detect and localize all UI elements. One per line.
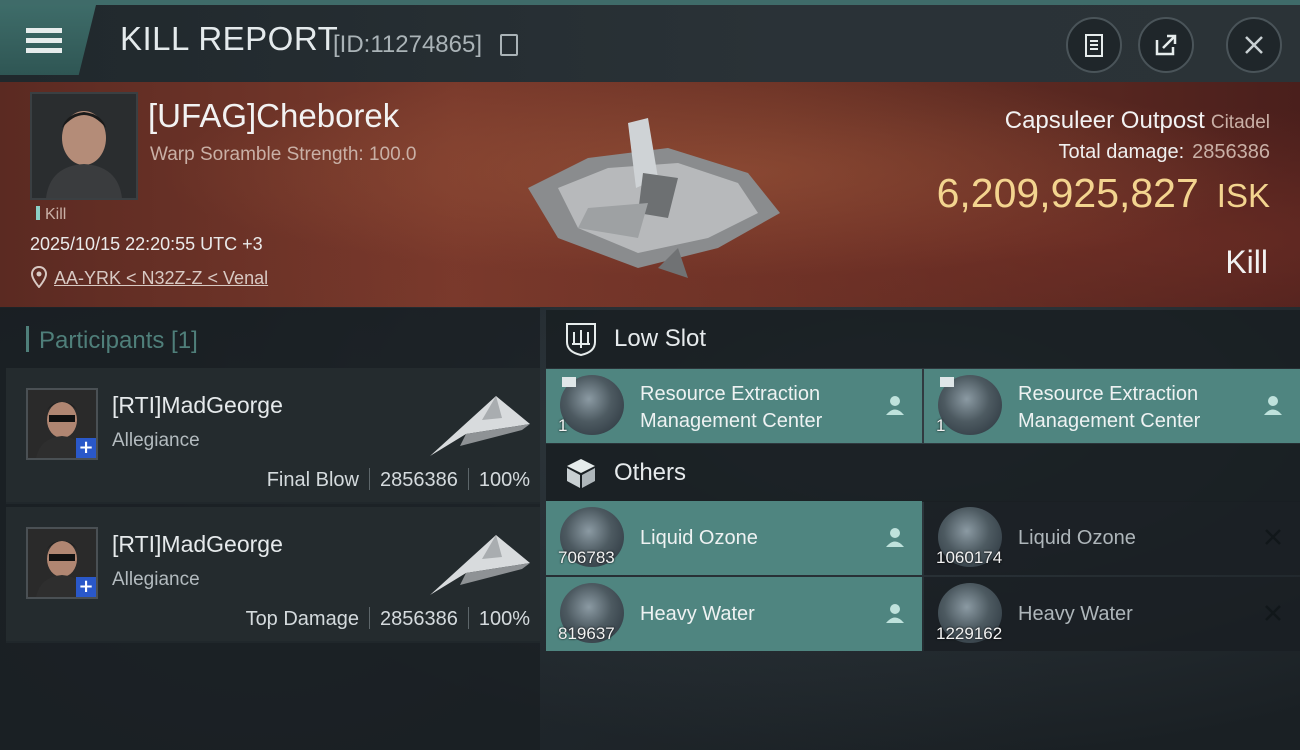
fitted-item[interactable]: 1 Resource Extraction Management Center <box>546 369 922 443</box>
participant-stats: Final Blow 2856386 100% <box>267 468 530 492</box>
close-icon <box>1245 36 1263 54</box>
item-name: Heavy Water <box>1018 603 1133 625</box>
participant-damage: 2856386 <box>379 608 458 630</box>
participant-avatar[interactable]: + <box>26 527 98 599</box>
others-label: Others <box>614 459 687 486</box>
item-name-line1: Resource Extraction <box>1018 383 1199 405</box>
dropped-person-icon <box>1264 396 1282 415</box>
slot-tag-icon <box>562 377 576 387</box>
participant-stats: Top Damage 2856386 100% <box>246 607 530 631</box>
total-damage-line: Total damage: 2856386 <box>1058 141 1270 164</box>
victim-portrait[interactable] <box>30 92 138 200</box>
kill-id: [ID:11274865] <box>333 31 483 58</box>
participant-name[interactable]: [RTI]MadGeorge <box>112 392 283 419</box>
total-damage-value: 2856386 <box>1192 141 1270 163</box>
share-icon <box>1155 34 1177 56</box>
structure-image <box>528 118 780 278</box>
participants-header: Participants [1] <box>26 326 198 355</box>
participant-card[interactable]: + [RTI]MadGeorge Allegiance Top Damage 28… <box>6 507 540 643</box>
cargo-item[interactable]: 706783 Liquid Ozone <box>546 501 922 575</box>
menu-icon <box>26 23 62 58</box>
location-link[interactable]: AA-YRK < N32Z-Z < Venal <box>54 268 268 289</box>
participant-role: Final Blow <box>266 469 359 491</box>
participant-role: Top Damage <box>245 608 359 630</box>
item-quantity: 1229162 <box>936 624 1003 643</box>
kill-datetime: 2025/10/15 22:20:55 UTC +3 <box>30 234 263 254</box>
clipboard-button[interactable] <box>1066 17 1122 73</box>
participant-name[interactable]: [RTI]MadGeorge <box>112 531 283 558</box>
participant-avatar[interactable]: + <box>26 388 98 460</box>
participant-corp: Allegiance <box>112 569 200 590</box>
slot-tag-icon <box>940 377 954 387</box>
dropped-person-icon <box>886 396 904 415</box>
total-damage-label: Total damage: <box>1058 141 1185 163</box>
low-slot-section-header: Low Slot <box>546 310 1300 368</box>
kill-tag: Kill <box>36 206 66 224</box>
isk-unit: ISK <box>1216 177 1270 214</box>
item-name-line2: Management Center <box>1018 410 1201 432</box>
victim-name[interactable]: [UFAG]Cheborek <box>148 97 399 135</box>
ship-class: Citadel <box>1210 112 1270 133</box>
item-quantity: 1 <box>936 416 946 435</box>
plus-badge-icon: + <box>76 438 96 458</box>
page-title: KILL REPORT <box>120 20 339 57</box>
warp-strength: Warp Soramble Strength: 100.0 <box>150 144 417 165</box>
item-name: Liquid Ozone <box>640 527 758 549</box>
cargo-item[interactable]: 1060174 Liquid Ozone <box>924 501 1300 575</box>
clipboard-icon <box>1085 34 1103 57</box>
destroyed-x-icon <box>1265 529 1281 545</box>
participant-ship-icon <box>430 396 530 456</box>
kill-result: Kill <box>1225 244 1268 280</box>
fitted-item[interactable]: 1 Resource Extraction Management Center <box>924 369 1300 443</box>
dropped-person-icon <box>886 604 904 623</box>
item-quantity: 819637 <box>558 624 615 643</box>
item-name: Heavy Water <box>640 603 755 625</box>
ship-name-line: Capsuleer Outpost Citadel <box>1005 107 1270 135</box>
location-pin-icon <box>31 266 47 288</box>
isk-value-line: 6,209,925,827 ISK <box>937 170 1270 217</box>
isk-value: 6,209,925,827 <box>936 170 1199 216</box>
item-name-line1: Resource Extraction <box>640 383 821 405</box>
item-name-line2: Management Center <box>640 410 823 432</box>
participant-corp: Allegiance <box>112 430 200 451</box>
share-button[interactable] <box>1138 17 1194 73</box>
dropped-person-icon <box>886 528 904 547</box>
participant-percent: 100% <box>478 469 530 491</box>
cargo-item[interactable]: 1229162 Heavy Water <box>924 577 1300 651</box>
destroyed-x-icon <box>1265 605 1281 621</box>
top-accent-line <box>0 0 1300 5</box>
ship-name[interactable]: Capsuleer Outpost <box>1005 107 1205 134</box>
participant-card[interactable]: + [RTI]MadGeorge Allegiance Final Blow 28… <box>6 368 540 504</box>
cargo-item[interactable]: 819637 Heavy Water <box>546 577 922 651</box>
copy-icon[interactable] <box>500 34 518 56</box>
participant-ship-icon <box>430 535 530 595</box>
item-quantity: 1 <box>558 416 568 435</box>
close-button[interactable] <box>1226 17 1282 73</box>
item-name: Liquid Ozone <box>1018 527 1136 549</box>
low-slot-icon <box>566 323 596 356</box>
plus-badge-icon: + <box>76 577 96 597</box>
item-quantity: 1060174 <box>936 548 1003 567</box>
participant-damage: 2856386 <box>379 469 458 491</box>
others-section-header: Others <box>546 444 1300 502</box>
low-slot-label: Low Slot <box>614 325 707 352</box>
item-quantity: 706783 <box>558 548 615 567</box>
cube-icon <box>567 459 595 488</box>
participant-percent: 100% <box>478 608 530 630</box>
